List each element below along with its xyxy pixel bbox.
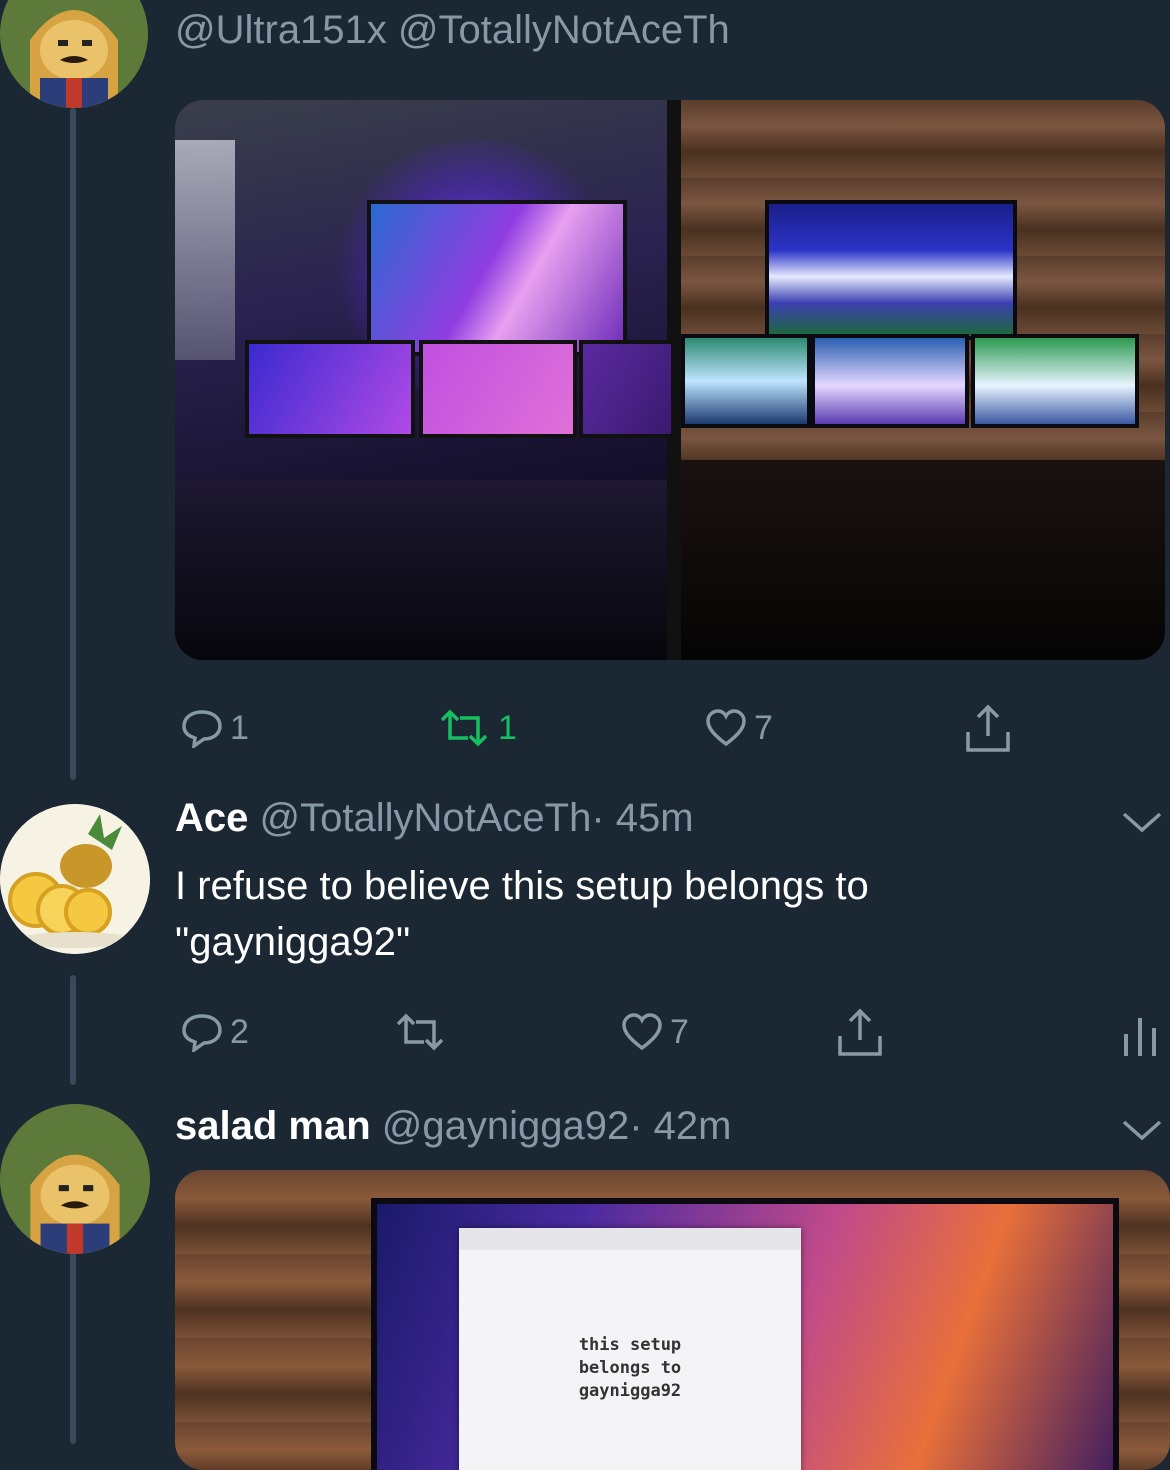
monitor-bottom-middle	[419, 340, 577, 438]
monitor-bottom-right-lake	[971, 334, 1139, 428]
desk-surface	[175, 480, 667, 660]
note-titlebar	[459, 1228, 801, 1250]
tweet3-menu-button[interactable]	[1120, 1114, 1164, 1149]
reply-count: 2	[230, 1012, 249, 1051]
like-icon	[706, 709, 746, 747]
monitor-bottom-right	[579, 340, 675, 438]
note-window: this setup belongs to gaynigga92	[459, 1228, 801, 1470]
analytics-icon	[1124, 1018, 1156, 1056]
thread-line-bottom	[70, 1250, 76, 1444]
thread-line-top	[70, 108, 76, 780]
like-count: 7	[670, 1012, 689, 1051]
like-count: 7	[754, 708, 773, 747]
timestamp[interactable]: · 42m	[629, 1104, 731, 1148]
monitor-top	[367, 200, 627, 356]
avatar-ace[interactable]	[0, 804, 150, 954]
photo-left[interactable]	[175, 100, 675, 660]
user-handle[interactable]: @gaynigga92	[382, 1104, 629, 1148]
share-button[interactable]	[832, 1006, 888, 1060]
retweet-icon	[396, 1013, 444, 1051]
timestamp[interactable]: · 45m	[591, 796, 693, 840]
reply-button[interactable]: 2	[180, 1012, 249, 1052]
like-button[interactable]: 7	[704, 708, 773, 748]
retweet-count: 1	[498, 708, 517, 747]
reply-button[interactable]: 1	[180, 708, 249, 748]
share-icon	[838, 1008, 882, 1056]
chevron-down-icon	[1122, 812, 1162, 833]
retweet-button[interactable]: 1	[436, 708, 517, 748]
photo-right[interactable]	[681, 100, 1165, 660]
monitor-bottom-middle-lake	[811, 334, 969, 428]
tweet2-menu-button[interactable]	[1120, 806, 1164, 841]
cartoon-face-icon	[0, 1104, 150, 1254]
like-icon	[622, 1013, 662, 1051]
lamp-light	[175, 140, 235, 360]
chevron-down-icon	[1122, 1120, 1162, 1141]
tweet3-media[interactable]: this setup belongs to gaynigga92	[175, 1170, 1170, 1470]
retweet-icon	[440, 709, 488, 747]
note-text: this setup belongs to gaynigga92	[578, 1335, 682, 1401]
avatar-ultra151x[interactable]	[0, 0, 148, 108]
share-icon	[966, 704, 1010, 752]
user-handle[interactable]: @TotallyNotAceTh	[260, 796, 592, 840]
desk-surface-right	[681, 460, 1165, 660]
cartoon-face-icon	[0, 0, 148, 108]
tweet3-header: salad man @gaynigga92· 42m	[175, 1104, 732, 1149]
tweet2-body: I refuse to believe this setup belongs t…	[175, 864, 869, 964]
reply-icon	[182, 710, 222, 748]
display-name[interactable]: Ace	[175, 796, 248, 840]
twitter-thread-screen: { "tweet1": { "replying_to": "@Ultra151x…	[0, 0, 1170, 1470]
monitor-top-mountain	[765, 200, 1017, 340]
like-button[interactable]: 7	[620, 1012, 689, 1052]
monitor-bottom-left	[245, 340, 415, 438]
share-button[interactable]	[960, 702, 1016, 756]
avatar-salad-man[interactable]	[0, 1104, 150, 1254]
reply-icon	[182, 1014, 222, 1052]
tweet2-header: Ace @TotallyNotAceTh· 45m	[175, 796, 694, 841]
display-name[interactable]: salad man	[175, 1104, 371, 1148]
replying-to-label[interactable]: @Ultra151x @TotallyNotAceTh	[175, 8, 730, 53]
analytics-button[interactable]	[1120, 1014, 1160, 1058]
tweet1-media[interactable]	[175, 100, 1165, 660]
reply-count: 1	[230, 708, 249, 747]
thread-line-middle	[70, 975, 76, 1085]
monitor-bottom-left-lake	[681, 334, 811, 428]
pineapple-icon	[0, 804, 150, 954]
retweet-button[interactable]	[392, 1012, 448, 1052]
